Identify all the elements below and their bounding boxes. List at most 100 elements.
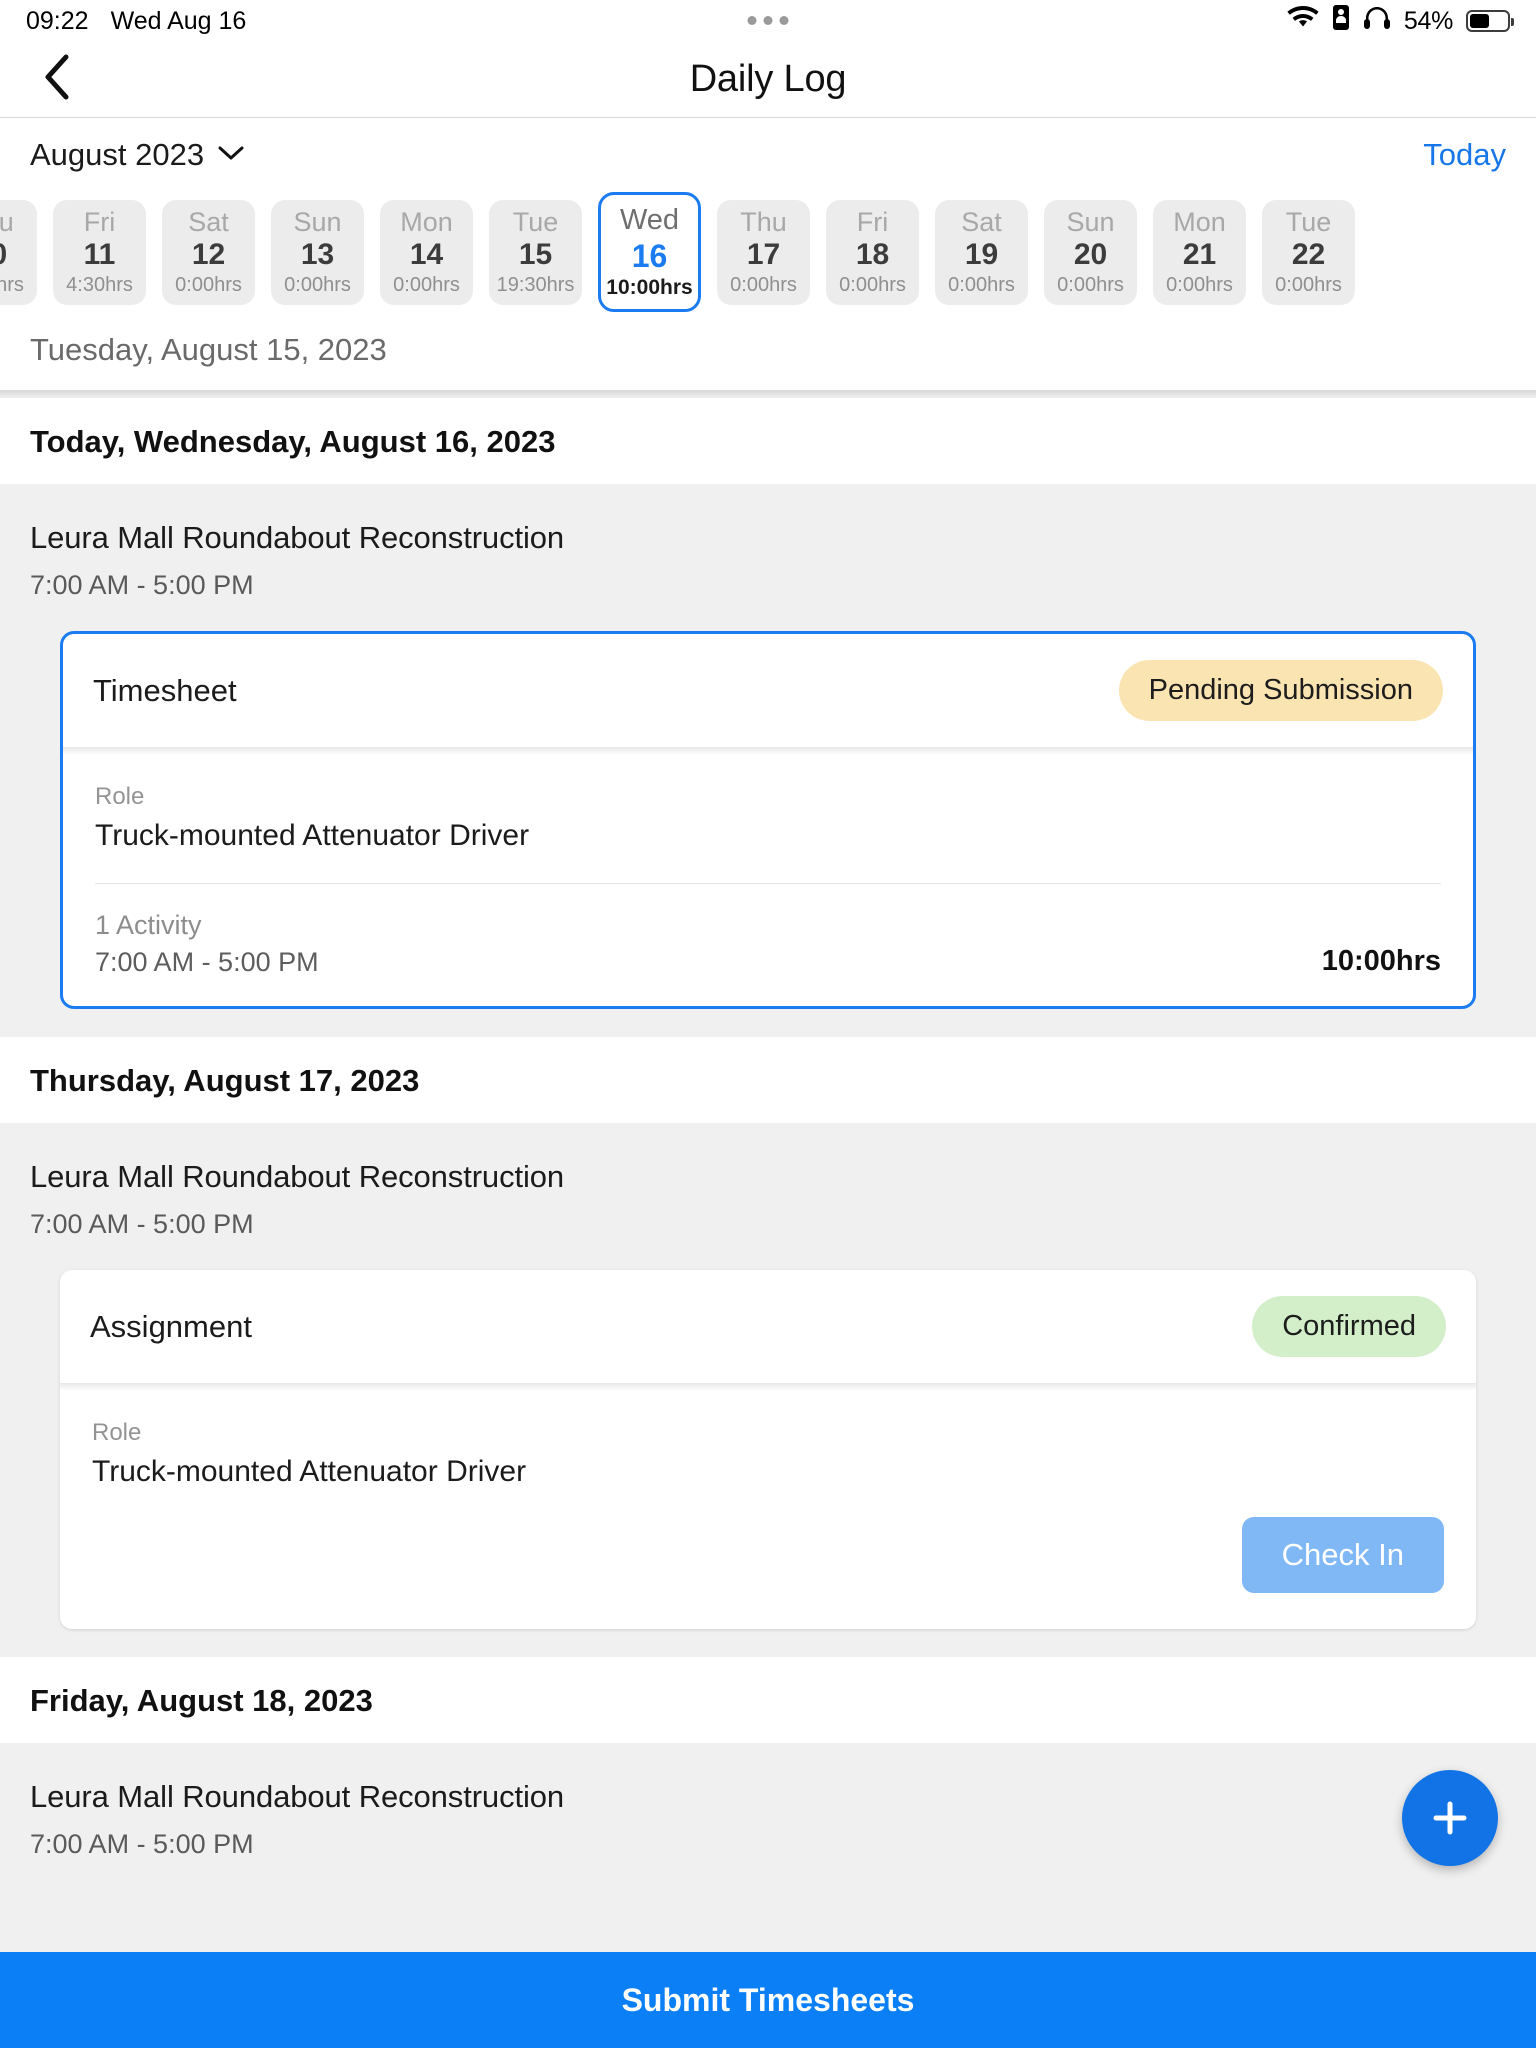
date-card-day: 11 [83, 238, 116, 272]
dynamic-island-dots [747, 16, 789, 25]
job-title: Leura Mall Roundabout Reconstruction [30, 1779, 565, 1814]
wifi-icon [1287, 5, 1319, 37]
job-block-thursday[interactable]: Leura Mall Roundabout Reconstruction 7:0… [0, 1123, 1536, 1657]
date-card-20[interactable]: Sun 20 0:00hrs [1044, 199, 1137, 305]
date-card-day: 16 [631, 237, 668, 274]
job-block-today[interactable]: Leura Mall Roundabout Reconstruction 7:0… [0, 484, 1536, 1037]
assignment-card-footer: Check In [60, 1489, 1476, 1629]
date-card-day: 10 [0, 236, 7, 274]
date-card-dow: Sat [188, 207, 229, 238]
date-card-day: 20 [1073, 238, 1108, 272]
date-card-dow: Fri [83, 207, 116, 238]
date-strip[interactable]: Thu100:00hrsFri114:30hrsSat120:00hrsSun1… [0, 192, 1536, 312]
section-header-friday: Friday, August 18, 2023 [0, 1657, 1536, 1743]
assignment-card[interactable]: Assignment Confirmed Role Truck-mounted … [60, 1270, 1476, 1629]
chevron-left-icon [43, 54, 69, 105]
job-time: 7:00 AM - 5:00 PM [30, 570, 254, 600]
activity-row[interactable]: 1 Activity 7:00 AM - 5:00 PM 10:00hrs [95, 884, 1441, 1006]
chevron-down-icon [218, 145, 244, 166]
timesheet-card-header: Timesheet Pending Submission [63, 634, 1473, 747]
status-date: Wed Aug 16 [110, 6, 247, 35]
date-card-dow: Fri [856, 207, 889, 238]
assignment-card-body: Role Truck-mounted Attenuator Driver [60, 1391, 1476, 1489]
date-card-11[interactable]: Fri 11 4:30hrs [53, 199, 146, 305]
role-value: Truck-mounted Attenuator Driver [92, 1455, 527, 1488]
activity-hours: 10:00hrs [1321, 945, 1441, 977]
battery-percent: 54% [1403, 6, 1453, 35]
date-card-dow: Wed [619, 204, 680, 237]
date-card-15[interactable]: Tue 15 19:30hrs [489, 199, 582, 305]
date-card-dow: Thu [740, 207, 787, 238]
date-card-day: 12 [191, 238, 226, 272]
status-time: 09:22 [26, 6, 89, 35]
back-button[interactable] [34, 54, 78, 102]
date-card-day: 14 [409, 238, 444, 272]
date-card-hours: 0:00hrs [839, 273, 906, 296]
date-card-day: 17 [746, 238, 781, 272]
date-card-dow: Thu [0, 207, 14, 238]
job-block-friday[interactable]: Leura Mall Roundabout Reconstruction 7:0… [0, 1743, 1536, 1920]
date-card-hours: 0:00hrs [0, 273, 24, 296]
job-title: Leura Mall Roundabout Reconstruction [30, 1159, 565, 1194]
job-time: 7:00 AM - 5:00 PM [30, 1209, 254, 1239]
date-card-hours: 4:30hrs [66, 273, 133, 296]
role-value: Truck-mounted Attenuator Driver [95, 819, 530, 852]
date-card-dow: Tue [512, 207, 559, 238]
section-header-today: Today, Wednesday, August 16, 2023 [0, 398, 1536, 484]
add-button[interactable] [1402, 1770, 1498, 1866]
month-selector[interactable]: August 2023 [30, 137, 244, 173]
date-card-dow: Sun [293, 207, 342, 238]
today-button[interactable]: Today [1423, 137, 1506, 173]
date-card-hours: 0:00hrs [1275, 273, 1342, 296]
check-in-button[interactable]: Check In [1241, 1517, 1444, 1593]
date-card-day: 19 [964, 238, 999, 272]
date-card-19[interactable]: Sat 19 0:00hrs [935, 199, 1028, 305]
page-title: Daily Log [689, 58, 847, 100]
timesheet-card[interactable]: Timesheet Pending Submission Role Truck-… [60, 631, 1476, 1009]
activity-info: 1 Activity 7:00 AM - 5:00 PM [95, 910, 319, 978]
assignment-card-header: Assignment Confirmed [60, 1270, 1476, 1383]
date-card-hours: 0:00hrs [175, 273, 242, 296]
date-card-12[interactable]: Sat 12 0:00hrs [162, 199, 255, 305]
plus-icon [1429, 1797, 1471, 1839]
daily-log-list[interactable]: Tuesday, August 15, 2023 Today, Wednesda… [0, 312, 1536, 1952]
device-battery-icon [1332, 4, 1350, 38]
date-card-dow: Sun [1066, 207, 1115, 238]
date-card-13[interactable]: Sun 13 0:00hrs [271, 199, 364, 305]
date-card-14[interactable]: Mon 14 0:00hrs [380, 199, 473, 305]
headphones-icon [1363, 5, 1391, 38]
date-card-18[interactable]: Fri 18 0:00hrs [826, 199, 919, 305]
status-badge: Confirmed [1252, 1296, 1446, 1357]
date-card-hours: 0:00hrs [393, 273, 460, 296]
date-card-hours: 0:00hrs [948, 273, 1015, 296]
month-bar: August 2023 Today [0, 118, 1536, 192]
job-time: 7:00 AM - 5:00 PM [30, 1829, 254, 1859]
status-bar-right: 54% [1287, 4, 1514, 38]
date-card-hours: 19:30hrs [496, 273, 575, 296]
date-card-hours: 0:00hrs [1057, 273, 1124, 296]
nav-bar: Daily Log [0, 42, 1536, 118]
date-card-hours: 0:00hrs [1166, 273, 1233, 296]
job-title: Leura Mall Roundabout Reconstruction [30, 520, 565, 555]
date-card-dow: Mon [400, 207, 453, 238]
date-card-day: 15 [518, 238, 553, 272]
month-label: August 2023 [30, 137, 205, 172]
date-card-22[interactable]: Tue 22 0:00hrs [1262, 199, 1355, 305]
battery-icon [1466, 10, 1514, 32]
timesheet-card-title: Timesheet [93, 672, 237, 708]
section-header-thursday: Thursday, August 17, 2023 [0, 1037, 1536, 1123]
timesheet-card-body: Role Truck-mounted Attenuator Driver 1 A… [63, 755, 1473, 1006]
submit-timesheets-button[interactable]: Submit Timesheets [0, 1952, 1536, 2048]
status-bar: 09:22 Wed Aug 16 54% [0, 0, 1536, 42]
date-card-day: 18 [855, 238, 890, 272]
date-card-10[interactable]: Thu100:00hrs [0, 199, 37, 305]
card-inner-divider [63, 747, 1473, 755]
date-card-16[interactable]: Wed 16 10:00hrs [598, 192, 701, 312]
activity-count: 1 Activity [95, 910, 202, 940]
status-bar-left: 09:22 Wed Aug 16 [26, 7, 246, 36]
date-card-17[interactable]: Thu 17 0:00hrs [717, 199, 810, 305]
section-divider [0, 390, 1536, 398]
date-card-hours: 0:00hrs [284, 273, 351, 296]
assignment-card-title: Assignment [90, 1308, 252, 1344]
date-card-21[interactable]: Mon 21 0:00hrs [1153, 199, 1246, 305]
